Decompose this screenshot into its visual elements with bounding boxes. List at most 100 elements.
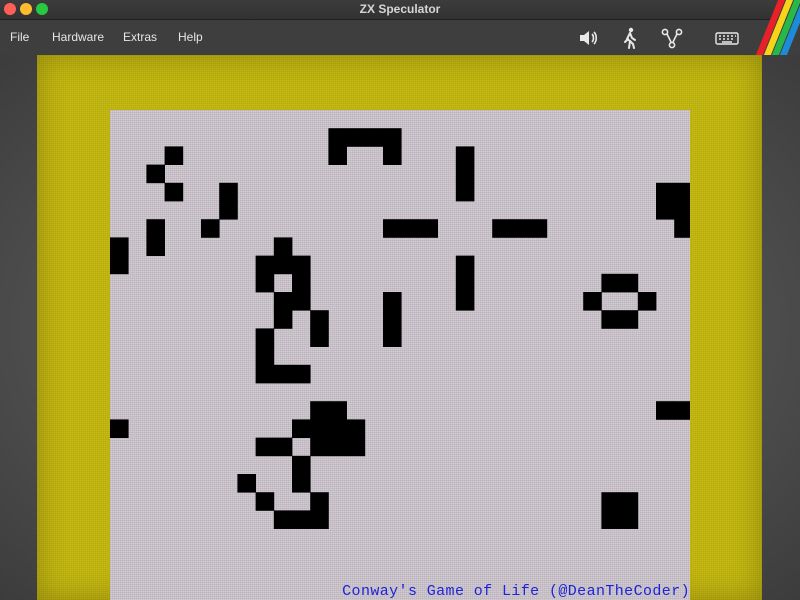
live-cell xyxy=(273,237,293,256)
live-cell xyxy=(383,310,402,329)
live-cell xyxy=(346,437,366,457)
live-cell xyxy=(164,182,184,202)
live-cell xyxy=(273,364,293,384)
live-cell xyxy=(401,219,420,238)
menu-bar: File Hardware Extras Help xyxy=(0,20,800,55)
live-cell xyxy=(455,182,475,202)
live-cell xyxy=(292,510,311,529)
live-cell xyxy=(383,292,402,311)
speaker-icon[interactable] xyxy=(575,25,601,51)
live-cell xyxy=(255,255,275,275)
live-cell xyxy=(310,492,329,511)
live-cell xyxy=(637,292,657,311)
live-cell xyxy=(455,146,475,165)
live-cell xyxy=(292,292,311,311)
live-cell xyxy=(674,201,690,220)
live-cell xyxy=(292,273,311,293)
live-cell xyxy=(146,164,165,184)
live-cell xyxy=(656,201,675,220)
menu-file[interactable]: File xyxy=(10,30,29,44)
live-cell xyxy=(255,346,275,366)
keyboard-icon[interactable] xyxy=(714,25,740,51)
live-cell xyxy=(383,328,402,347)
live-cell xyxy=(328,146,347,165)
live-cell xyxy=(383,219,402,238)
live-cell xyxy=(292,255,311,275)
window-title: ZX Speculator xyxy=(359,2,441,16)
live-cell xyxy=(273,510,293,529)
live-cell xyxy=(674,219,690,238)
live-cell xyxy=(583,292,602,311)
live-cell xyxy=(146,237,165,256)
live-cell xyxy=(237,474,256,493)
live-cell xyxy=(328,437,347,457)
live-cell xyxy=(255,437,275,457)
live-cell xyxy=(455,164,475,184)
title-bar: ZX Speculator xyxy=(0,0,800,20)
live-cell xyxy=(455,292,475,311)
live-cell xyxy=(656,182,675,202)
live-cell xyxy=(510,219,529,238)
screen-caption: Conway's Game of Life (@DeanTheCoder) xyxy=(342,583,690,600)
live-cell xyxy=(328,401,347,420)
live-cell xyxy=(619,310,639,329)
live-cell xyxy=(492,219,511,238)
live-cell xyxy=(292,364,311,384)
menu-hardware[interactable]: Hardware xyxy=(52,30,104,44)
live-cell xyxy=(255,328,275,347)
live-cell xyxy=(255,273,275,293)
live-cell xyxy=(619,492,639,511)
live-cell xyxy=(310,437,329,457)
menu-extras[interactable]: Extras xyxy=(123,30,157,44)
live-cell xyxy=(619,273,639,293)
live-cell xyxy=(273,310,293,329)
live-cell xyxy=(601,310,620,329)
live-cell xyxy=(346,419,366,438)
live-cell xyxy=(528,219,548,238)
spectrum-screen: Conway's Game of Life (@DeanTheCoder) xyxy=(110,110,690,600)
network-icon[interactable] xyxy=(659,25,685,51)
live-cell xyxy=(255,492,275,511)
live-cell xyxy=(219,182,238,202)
spectrum-rainbow-logo xyxy=(752,0,800,56)
live-cell xyxy=(273,255,293,275)
menu-help[interactable]: Help xyxy=(178,30,203,44)
live-cell xyxy=(619,510,639,529)
live-cell xyxy=(674,182,690,202)
live-cell xyxy=(328,128,347,147)
live-cell xyxy=(601,273,620,293)
live-cell xyxy=(110,255,129,275)
live-cell xyxy=(110,419,129,438)
live-cell xyxy=(346,128,366,147)
live-cell xyxy=(110,237,129,256)
life-grid xyxy=(110,128,690,529)
live-cell xyxy=(201,219,220,238)
live-cell xyxy=(310,510,329,529)
live-cell xyxy=(674,401,690,420)
live-cell xyxy=(455,255,475,275)
live-cell xyxy=(601,492,620,511)
live-cell xyxy=(455,273,475,293)
live-cell xyxy=(310,328,329,347)
live-cell xyxy=(310,401,329,420)
walking-person-icon[interactable] xyxy=(617,25,643,51)
live-cell xyxy=(364,128,384,147)
live-cell xyxy=(419,219,438,238)
live-cell xyxy=(292,455,311,475)
live-cell xyxy=(310,310,329,329)
live-cell xyxy=(601,510,620,529)
live-cell xyxy=(292,474,311,493)
live-cell xyxy=(164,146,184,165)
live-cell xyxy=(310,419,329,438)
live-cell xyxy=(328,419,347,438)
app-window: ZX Speculator File Hardware Extras Help xyxy=(0,0,800,600)
live-cell xyxy=(292,419,311,438)
live-cell xyxy=(255,364,275,384)
live-cell xyxy=(383,146,402,165)
live-cell xyxy=(146,219,165,238)
live-cell xyxy=(383,128,402,147)
emulator-viewport[interactable]: Conway's Game of Life (@DeanTheCoder) xyxy=(0,55,800,600)
live-cell xyxy=(273,292,293,311)
live-cell xyxy=(656,401,675,420)
live-cell xyxy=(219,201,238,220)
